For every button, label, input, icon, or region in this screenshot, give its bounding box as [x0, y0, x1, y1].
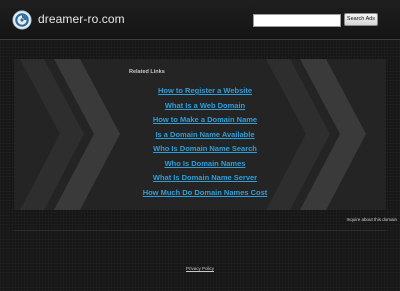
list-item: Who Is Domain Names	[110, 153, 300, 168]
list-item: Who Is Domain Name Search	[110, 138, 300, 153]
related-link[interactable]: How to Register a Website	[158, 86, 252, 95]
list-item: What Is a Web Domain	[110, 95, 300, 110]
list-item: What Is Domain Name Server	[110, 167, 300, 182]
page: dreamer-ro.com Search Ads Related Links …	[0, 0, 400, 291]
related-link[interactable]: What Is Domain Name Server	[153, 173, 257, 182]
list-item: How to Register a Website	[110, 80, 300, 95]
list-item: Is a Domain Name Available	[110, 124, 300, 139]
inquire-domain-link[interactable]: Inquire about this domain	[346, 217, 397, 222]
header-bar: dreamer-ro.com Search Ads	[0, 0, 400, 40]
related-link[interactable]: How Much Do Domain Names Cost	[143, 188, 268, 197]
related-links-list: How to Register a Website What Is a Web …	[110, 80, 300, 197]
related-link[interactable]: Who Is Domain Name Search	[153, 144, 257, 153]
privacy-policy-link[interactable]: Privacy Policy	[186, 266, 214, 271]
footer-divider	[14, 230, 386, 231]
footer: Privacy Policy	[0, 266, 400, 271]
circular-logo-icon[interactable]	[12, 10, 32, 30]
site-name[interactable]: dreamer-ro.com	[38, 12, 125, 26]
search-input[interactable]	[253, 14, 341, 27]
list-item: How Much Do Domain Names Cost	[110, 182, 300, 197]
list-item: How to Make a Domain Name	[110, 109, 300, 124]
search-ads-button[interactable]: Search Ads	[344, 13, 378, 26]
related-link[interactable]: How to Make a Domain Name	[153, 115, 257, 124]
related-links-heading: Related Links	[129, 69, 165, 75]
